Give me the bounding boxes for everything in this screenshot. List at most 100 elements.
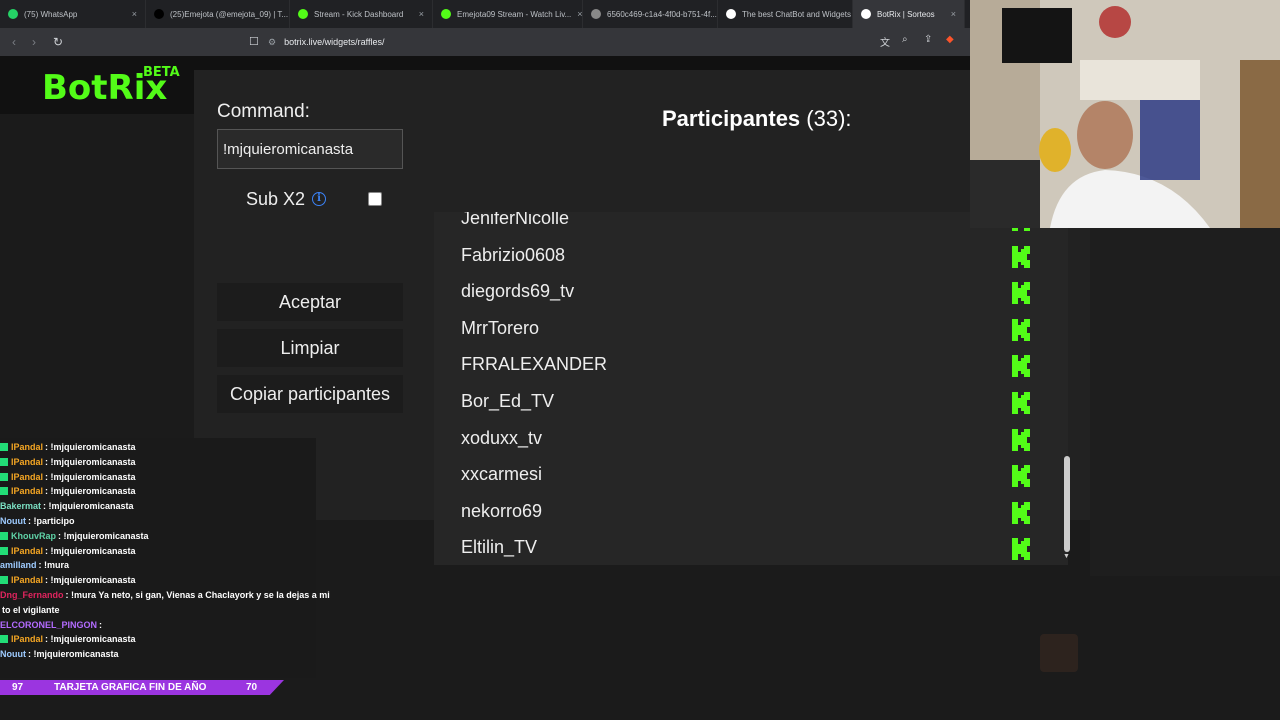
browser-tab[interactable]: Emejota09 Stream - Watch Liv... × xyxy=(433,0,583,28)
participant-name: diegords69_tv xyxy=(461,281,575,302)
tab-favicon-icon xyxy=(441,9,451,19)
kick-platform-icon xyxy=(1012,465,1030,488)
chat-message: to el vigilante xyxy=(0,605,60,615)
participant-row: xxcarmesi xyxy=(434,458,1044,494)
chat-text: : !mura Ya neto, si gan, Vienas a Chacla… xyxy=(65,590,330,600)
chat-message: amilland: !mura xyxy=(0,560,69,570)
tab-favicon-icon xyxy=(154,9,164,19)
chat-text: : xyxy=(99,619,103,630)
tab-close-icon[interactable]: × xyxy=(132,9,137,19)
chat-username: lPandal xyxy=(11,456,44,467)
chat-message: lPandal: !mjquieromicanasta xyxy=(0,575,136,585)
browser-tab[interactable]: (25)Emejota (@emejota_09) | T...× xyxy=(146,0,290,28)
tab-close-icon[interactable]: × xyxy=(577,9,582,19)
chat-message: lPandal: !mjquieromicanasta xyxy=(0,472,136,482)
site-settings-icon[interactable]: ⚙ xyxy=(268,37,276,48)
chat-text: : !mjquieromicanasta xyxy=(43,501,134,512)
clear-button[interactable]: Limpiar xyxy=(217,329,403,367)
chat-username: KhouvRap xyxy=(11,530,56,541)
address-bar[interactable]: ⚙ botrix.live/widgets/raffles/ xyxy=(268,32,968,52)
chat-text: : !mjquieromicanasta xyxy=(45,486,136,497)
command-label: Command: xyxy=(217,101,310,122)
participant-row: Eltilin_TV xyxy=(434,531,1044,565)
reload-icon[interactable]: ↻ xyxy=(48,35,68,49)
participant-row: xoduxx_tv xyxy=(434,422,1044,458)
browser-tab[interactable]: (75) WhatsApp × xyxy=(0,0,146,28)
chat-message: Nouut: !participo xyxy=(0,516,75,526)
browser-tab[interactable]: 6560c469-c1a4-4f0d-b751-4f...× xyxy=(583,0,718,28)
goal-ticker: 97 TARJETA GRAFICA FIN DE AÑO 70 xyxy=(0,680,284,695)
list-scrollbar[interactable] xyxy=(1064,456,1070,552)
info-icon[interactable]: i xyxy=(312,192,326,206)
tab-favicon-icon xyxy=(298,9,308,19)
chat-username: lPandal xyxy=(11,486,44,497)
emote-icon xyxy=(1040,634,1078,672)
tab-favicon-icon xyxy=(861,9,871,19)
chat-message: Nouut: !mjquieromicanasta xyxy=(0,649,119,659)
chat-message: lPandal: !mjquieromicanasta xyxy=(0,634,136,644)
chat-message: lPandal: !mjquieromicanasta xyxy=(0,486,136,496)
participants-list[interactable]: JeniferNicolle Fabrizio0608 diegords69_tv M… xyxy=(434,212,1068,565)
bookmark-icon[interactable]: ☐ xyxy=(249,35,259,48)
browser-tab[interactable]: BotRix | Sorteos × xyxy=(853,0,965,28)
participants-title: Participantes (33): xyxy=(662,106,852,132)
chat-username: Bakermat xyxy=(0,501,42,512)
webcam-image xyxy=(970,0,1280,228)
zoom-icon[interactable]: ⌕ xyxy=(902,34,908,45)
chat-username: lPandal xyxy=(11,471,44,482)
address-url: botrix.live/widgets/raffles/ xyxy=(284,37,385,47)
participant-name: MrrTorero xyxy=(461,317,540,338)
browser-tab[interactable]: The best ChatBot and Widgets× xyxy=(718,0,853,28)
tab-label: BotRix | Sorteos xyxy=(877,9,935,19)
tab-label: 6560c469-c1a4-4f0d-b751-4f... xyxy=(607,9,717,19)
chat-text: : !mjquieromicanasta xyxy=(45,634,136,645)
sub-x2-label: Sub X2 xyxy=(246,189,306,209)
participant-row: FRRALEXANDER xyxy=(434,348,1044,384)
ticker-left-value: 97 xyxy=(12,682,24,693)
tab-favicon-icon xyxy=(726,9,736,19)
participant-name: Bor_Ed_TV xyxy=(461,391,555,411)
chat-message: Bakermat: !mjquieromicanasta xyxy=(0,501,134,511)
chat-text: : !mjquieromicanasta xyxy=(45,471,136,482)
tab-favicon-icon xyxy=(591,9,601,19)
chat-username: lPandal xyxy=(11,545,44,556)
participants-heading: Participantes xyxy=(662,106,801,131)
command-input[interactable] xyxy=(217,129,403,169)
participant-name: JeniferNicolle xyxy=(461,212,570,228)
back-icon[interactable]: ‹ xyxy=(4,35,24,49)
sub-x2-checkbox[interactable] xyxy=(368,192,382,206)
scroll-down-icon[interactable]: ▼ xyxy=(1063,553,1070,560)
participant-name: xoduxx_tv xyxy=(461,427,543,448)
tab-close-icon[interactable]: × xyxy=(419,9,424,19)
kick-platform-icon xyxy=(1012,318,1030,341)
participant-row: MrrTorero xyxy=(434,312,1044,348)
chat-text: : !mjquieromicanasta xyxy=(45,575,136,586)
chat-message: lPandal: !mjquieromicanasta xyxy=(0,457,136,467)
tab-label: (25)Emejota (@emejota_09) | T... xyxy=(170,9,289,19)
tab-close-icon[interactable]: × xyxy=(951,9,956,19)
webcam-overlay xyxy=(970,0,1280,228)
chat-text: : !mjquieromicanasta xyxy=(58,530,149,541)
chat-username: lPandal xyxy=(11,575,44,586)
browser-tab[interactable]: Stream - Kick Dashboard × xyxy=(290,0,433,28)
chat-username: lPandal xyxy=(11,442,44,452)
tab-label: Stream - Kick Dashboard xyxy=(314,9,404,19)
accept-button[interactable]: Aceptar xyxy=(217,283,403,321)
participant-row: diegords69_tv xyxy=(434,275,1044,311)
translate-icon[interactable]: 文 xyxy=(880,34,890,49)
chat-username: amilland xyxy=(0,560,37,571)
brave-shield-icon[interactable]: ◆ xyxy=(946,34,954,45)
chat-badge-icon xyxy=(0,635,8,644)
tab-label: The best ChatBot and Widgets xyxy=(742,9,851,19)
chat-message: lPandal: !mjquieromicanasta xyxy=(0,442,136,452)
participant-name: xxcarmesi xyxy=(461,464,543,485)
chat-badge-icon xyxy=(0,531,8,540)
chat-badge-icon xyxy=(0,487,8,496)
chat-message: KhouvRap: !mjquieromicanasta xyxy=(0,531,149,541)
kick-platform-icon xyxy=(1012,501,1030,524)
share-icon[interactable]: ⇪ xyxy=(924,34,932,45)
chat-username: lPandal xyxy=(11,634,44,645)
chat-text: : !mjquieromicanasta xyxy=(28,649,119,660)
forward-icon[interactable]: › xyxy=(24,35,44,49)
copy-participants-button[interactable]: Copiar participantes xyxy=(217,375,403,413)
